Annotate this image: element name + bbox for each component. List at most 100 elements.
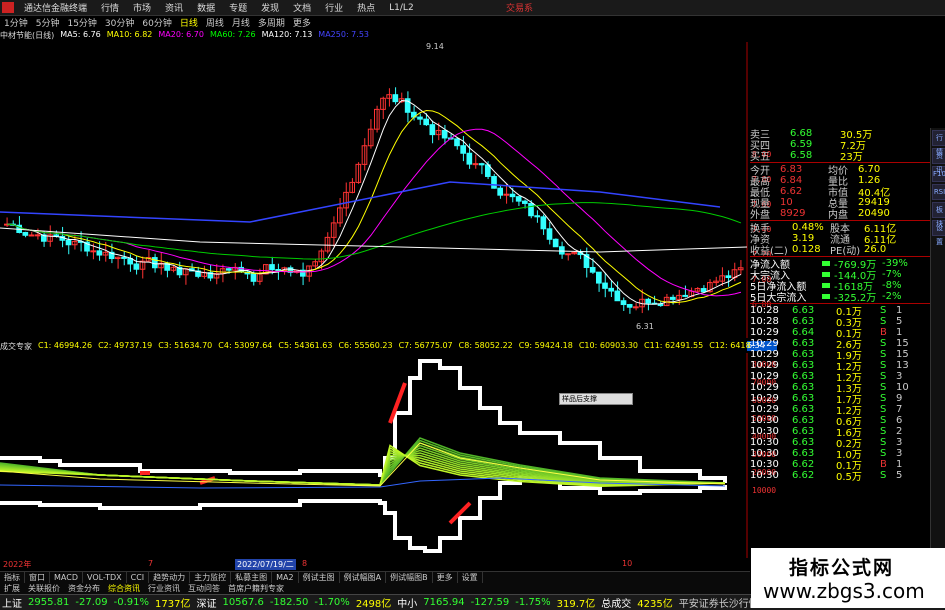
candle-body [602,282,608,289]
period-15min[interactable]: 15分钟 [63,16,100,29]
menu-item-industry[interactable]: 行业 [318,1,350,14]
date-axis: 2022年 7 2022/07/19/二 8 10 [0,559,750,570]
candle-body [565,253,571,256]
high-mark: 9.14 [426,42,444,51]
tab-extend[interactable]: 扩展 [0,583,24,594]
tick-price: 6.63 [792,338,815,349]
kline-chart[interactable] [0,42,750,338]
candle-body [589,266,596,273]
tick-direction: B [880,459,887,470]
f10-icon[interactable]: F10 [932,166,945,182]
trade-system-button[interactable]: 交易系 [506,1,533,14]
tab-fund-dist[interactable]: 资金分布 [64,583,104,594]
period-1min[interactable]: 1分钟 [0,16,32,29]
candle-body [478,163,485,166]
candle-body [250,273,257,282]
stat-label: PE(动) [830,246,861,257]
period-more[interactable]: 更多 [289,16,315,29]
tick-direction: S [880,393,887,404]
candle-body [275,269,282,272]
rsi-icon[interactable]: RSI [932,184,945,200]
tick-count: 3 [896,437,903,448]
indicator-value: C9: 59424.18 [518,341,573,350]
date-label: 2022年 [3,560,32,569]
menu-item-hot[interactable]: 热点 [350,1,382,14]
tick-price: 6.63 [792,437,815,448]
tick-price: 6.62 [792,459,815,470]
stat-row: 收益(二) 0.128 PE(动) 26.0 [750,244,930,257]
indicator-chart[interactable] [0,353,750,558]
tab-related[interactable]: 关联报价 [24,583,64,594]
ma250-label: MA250: 7.53 [318,30,369,39]
tab-qa[interactable]: 互动问答 [184,583,224,594]
quotes-icon[interactable]: 行情 [932,130,945,156]
sh-pct: -0.91% [113,597,149,608]
period-60min[interactable]: 60分钟 [138,16,175,29]
news-icon[interactable]: 资讯 [932,148,945,174]
quote-panel: 卖三 6.68 30.5万 买四 6.59 7.2万 买五 6.58 23万 今开 6.83 均价 6… [750,128,930,598]
tick-price: 6.63 [792,382,815,393]
ma5-label: MA5: 6.76 [60,30,101,39]
candle-body [670,296,676,300]
tick-count: 9 [896,393,903,404]
period-5min[interactable]: 5分钟 [32,16,64,29]
stat-value: 6.70 [858,164,881,175]
flow-bar [822,294,830,299]
menu-item-news[interactable]: 资讯 [158,1,190,14]
app-logo-icon [2,2,14,13]
settings-icon[interactable]: 设置 [932,220,945,246]
tick-count: 5 [896,316,903,327]
menu-item-quotes[interactable]: 行情 [94,1,126,14]
sz-label: 深证 [196,599,217,610]
right-toolbar: 行情 资讯 F10 RSI 板块 设置 [930,128,945,588]
app-title: 通达信金融终端 [24,4,88,14]
candle-body [620,300,627,306]
indicator-value: C6: 55560.23 [338,341,393,350]
order-price: 6.58 [790,150,813,161]
stat-value: 0.48% [792,222,824,233]
period-30min[interactable]: 30分钟 [101,16,138,29]
flow-bar [822,261,830,266]
tab-expert[interactable]: 首席户籍判专家 [224,583,288,594]
period-multi[interactable]: 多周期 [254,16,289,29]
candle-body [226,268,232,271]
period-day[interactable]: 日线 [176,16,202,29]
menu-item-discover[interactable]: 发现 [254,1,286,14]
tick-price: 6.63 [792,371,815,382]
tick-time: 10:30 [750,426,779,437]
menu-item-l1l2[interactable]: L1/L2 [382,3,421,13]
candle-body [441,129,448,139]
candle-body [608,287,614,292]
tick-count: 5 [896,470,903,481]
candle-body [417,116,423,120]
chart-popup[interactable]: 样品后支撑 [559,393,633,405]
tick-count: 1 [896,459,903,470]
period-month[interactable]: 月线 [228,16,254,29]
candle-body [133,263,140,270]
tick-count: 3 [896,448,903,459]
period-week[interactable]: 周线 [202,16,228,29]
candle-body [472,163,479,166]
indicator-value: C4: 53097.64 [218,341,273,350]
flow-value: -325.2万 [834,293,877,304]
menu-item-data[interactable]: 数据 [190,1,222,14]
stat-label: 收益(二) [750,246,788,257]
menu-item-market[interactable]: 市场 [126,1,158,14]
period-bar: 1分钟 5分钟 15分钟 30分钟 60分钟 日线 周线 月线 多周期 更多 [0,15,750,29]
tick-time: 10:29 [750,338,779,349]
sector-icon[interactable]: 板块 [932,202,945,228]
tick-direction: S [880,371,887,382]
candle-body [491,175,497,189]
ma-legend: 中材节能(日线) MA5: 6.76 MA10: 6.82 MA20: 6.70… [0,30,369,42]
flow-pct: -8% [882,280,902,291]
tick-count: 6 [896,415,903,426]
candle-body [503,193,510,196]
tick-price: 6.62 [792,470,815,481]
tick-price: 6.63 [792,415,815,426]
ma120-label: MA120: 7.13 [261,30,313,39]
menu-item-docs[interactable]: 文档 [286,1,318,14]
menu-item-topic[interactable]: 专题 [222,1,254,14]
tab-industry-news[interactable]: 行业资讯 [144,583,184,594]
flow-label: 5日大宗流入 [750,293,807,304]
tab-news[interactable]: 综合资讯 [104,583,144,594]
